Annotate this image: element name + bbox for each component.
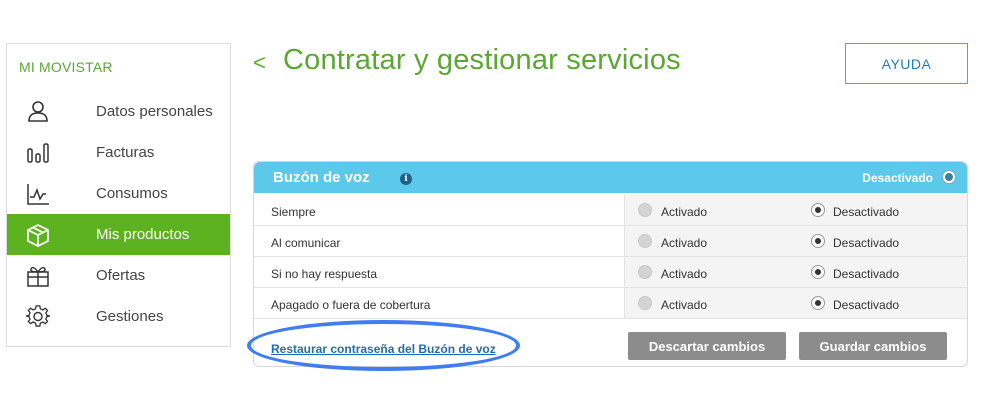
gear-icon <box>25 305 51 327</box>
table-row: Siempre Activado Desactivado <box>254 195 967 226</box>
radio-activado[interactable] <box>638 296 652 310</box>
option-label: Activado <box>661 205 708 219</box>
panel-footer: Restaurar contraseña del Buzón de voz De… <box>254 318 967 366</box>
page-title: Contratar y gestionar servicios <box>283 44 681 76</box>
row-options: Activado Desactivado <box>624 195 967 225</box>
sidebar-item-label: Datos personales <box>96 103 213 120</box>
panel-title: Buzón de voz <box>273 169 370 186</box>
sidebar-item-ofertas[interactable]: Ofertas <box>7 255 230 296</box>
status-toggle[interactable] <box>942 170 956 184</box>
row-label: Siempre <box>271 205 316 219</box>
panel-header: Buzón de voz i Desactivado <box>254 162 967 193</box>
sidebar: MI MOVISTAR Datos personales Facturas Co… <box>6 43 231 347</box>
package-icon <box>27 223 49 248</box>
radio-desactivado[interactable] <box>811 296 825 310</box>
sidebar-item-label: Consumos <box>96 185 168 202</box>
table-row: Apagado o fuera de cobertura Activado De… <box>254 288 967 319</box>
option-label: Desactivado <box>833 267 900 281</box>
table-row: Al comunicar Activado Desactivado <box>254 226 967 257</box>
row-options: Activado Desactivado <box>624 257 967 287</box>
status-label: Desactivado <box>862 171 933 185</box>
radio-desactivado[interactable] <box>811 234 825 248</box>
radio-desactivado[interactable] <box>811 265 825 279</box>
row-options: Activado Desactivado <box>624 226 967 256</box>
radio-activado[interactable] <box>638 234 652 248</box>
sidebar-item-label: Ofertas <box>96 267 146 284</box>
row-label: Al comunicar <box>271 236 341 250</box>
user-icon <box>28 101 48 122</box>
option-label: Desactivado <box>833 205 900 219</box>
sidebar-item-label: Gestiones <box>96 308 164 325</box>
voicemail-panel: Buzón de voz i Desactivado Siempre Activ… <box>253 161 968 367</box>
option-label: Activado <box>661 236 708 250</box>
option-label: Desactivado <box>833 298 900 312</box>
sidebar-item-datos-personales[interactable]: Datos personales <box>7 91 230 132</box>
radio-activado[interactable] <box>638 203 652 217</box>
row-label: Si no hay respuesta <box>271 267 378 281</box>
table-row: Si no hay respuesta Activado Desactivado <box>254 257 967 288</box>
option-label: Desactivado <box>833 236 900 250</box>
reset-password-link[interactable]: Restaurar contraseña del Buzón de voz <box>271 342 496 356</box>
sidebar-title: MI MOVISTAR <box>19 59 113 75</box>
radio-desactivado[interactable] <box>811 203 825 217</box>
bar-chart-icon <box>27 143 49 163</box>
sidebar-item-mis-productos[interactable]: Mis productos <box>7 214 230 255</box>
line-chart-icon <box>27 184 49 205</box>
option-label: Activado <box>661 298 708 312</box>
discard-button[interactable]: Descartar cambios <box>628 332 786 360</box>
sidebar-item-gestiones[interactable]: Gestiones <box>7 296 230 337</box>
info-icon[interactable]: i <box>400 173 412 185</box>
row-options: Activado Desactivado <box>624 288 967 318</box>
gift-icon <box>27 266 49 287</box>
sidebar-item-label: Facturas <box>96 144 155 161</box>
row-label: Apagado o fuera de cobertura <box>271 298 431 312</box>
sidebar-item-facturas[interactable]: Facturas <box>7 132 230 173</box>
sidebar-item-label: Mis productos <box>96 226 190 243</box>
radio-activado[interactable] <box>638 265 652 279</box>
option-label: Activado <box>661 267 708 281</box>
save-button[interactable]: Guardar cambios <box>799 332 947 360</box>
help-button[interactable]: AYUDA <box>845 43 968 84</box>
sidebar-item-consumos[interactable]: Consumos <box>7 173 230 214</box>
back-chevron-icon[interactable]: < <box>253 50 266 76</box>
